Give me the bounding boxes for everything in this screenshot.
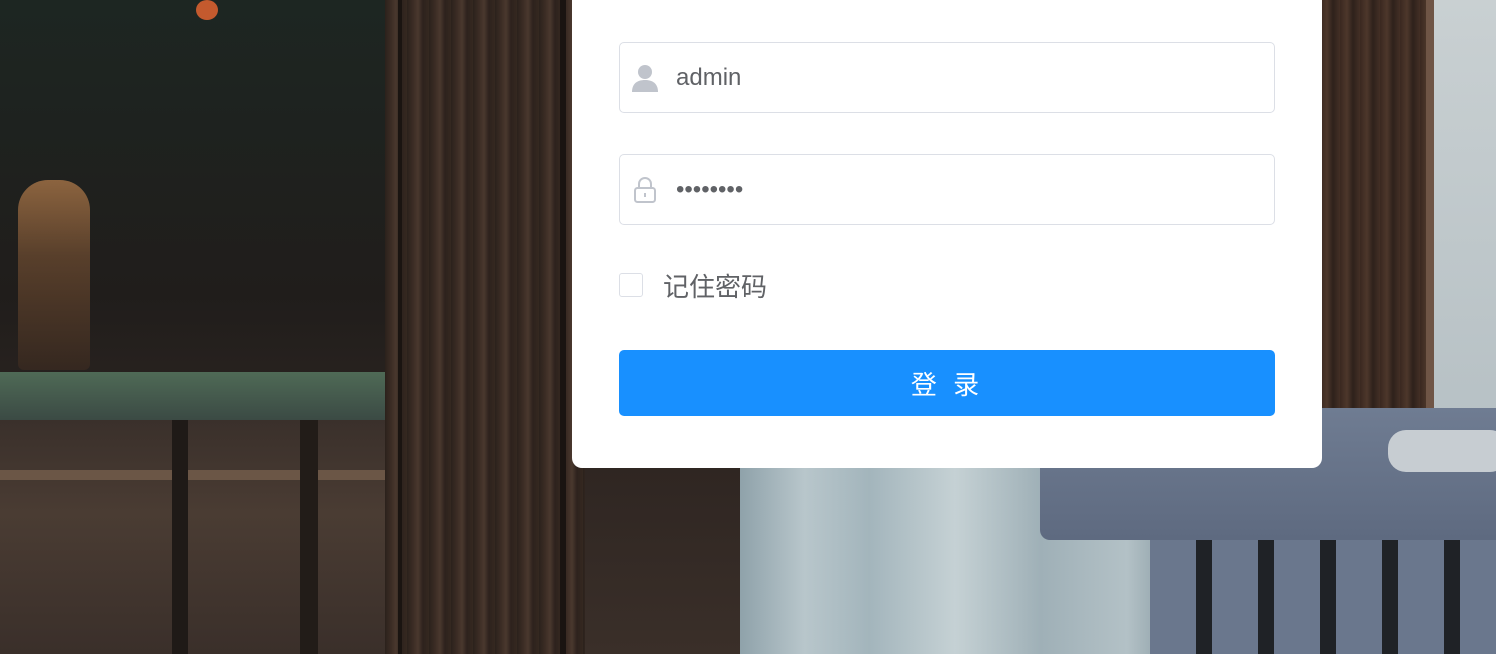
login-button[interactable]: 登 录 — [619, 350, 1275, 416]
login-card: 记住密码 登 录 — [572, 0, 1322, 468]
remember-password-label: 记住密码 — [663, 272, 768, 303]
remember-password[interactable]: 记住密码 — [619, 269, 768, 303]
username-input[interactable] — [676, 43, 1256, 112]
remember-password-checkbox[interactable] — [619, 273, 643, 297]
user-icon — [630, 43, 660, 112]
username-field[interactable] — [619, 42, 1275, 113]
password-field[interactable] — [619, 154, 1275, 225]
lock-icon — [630, 155, 660, 224]
password-input[interactable] — [676, 155, 1256, 224]
